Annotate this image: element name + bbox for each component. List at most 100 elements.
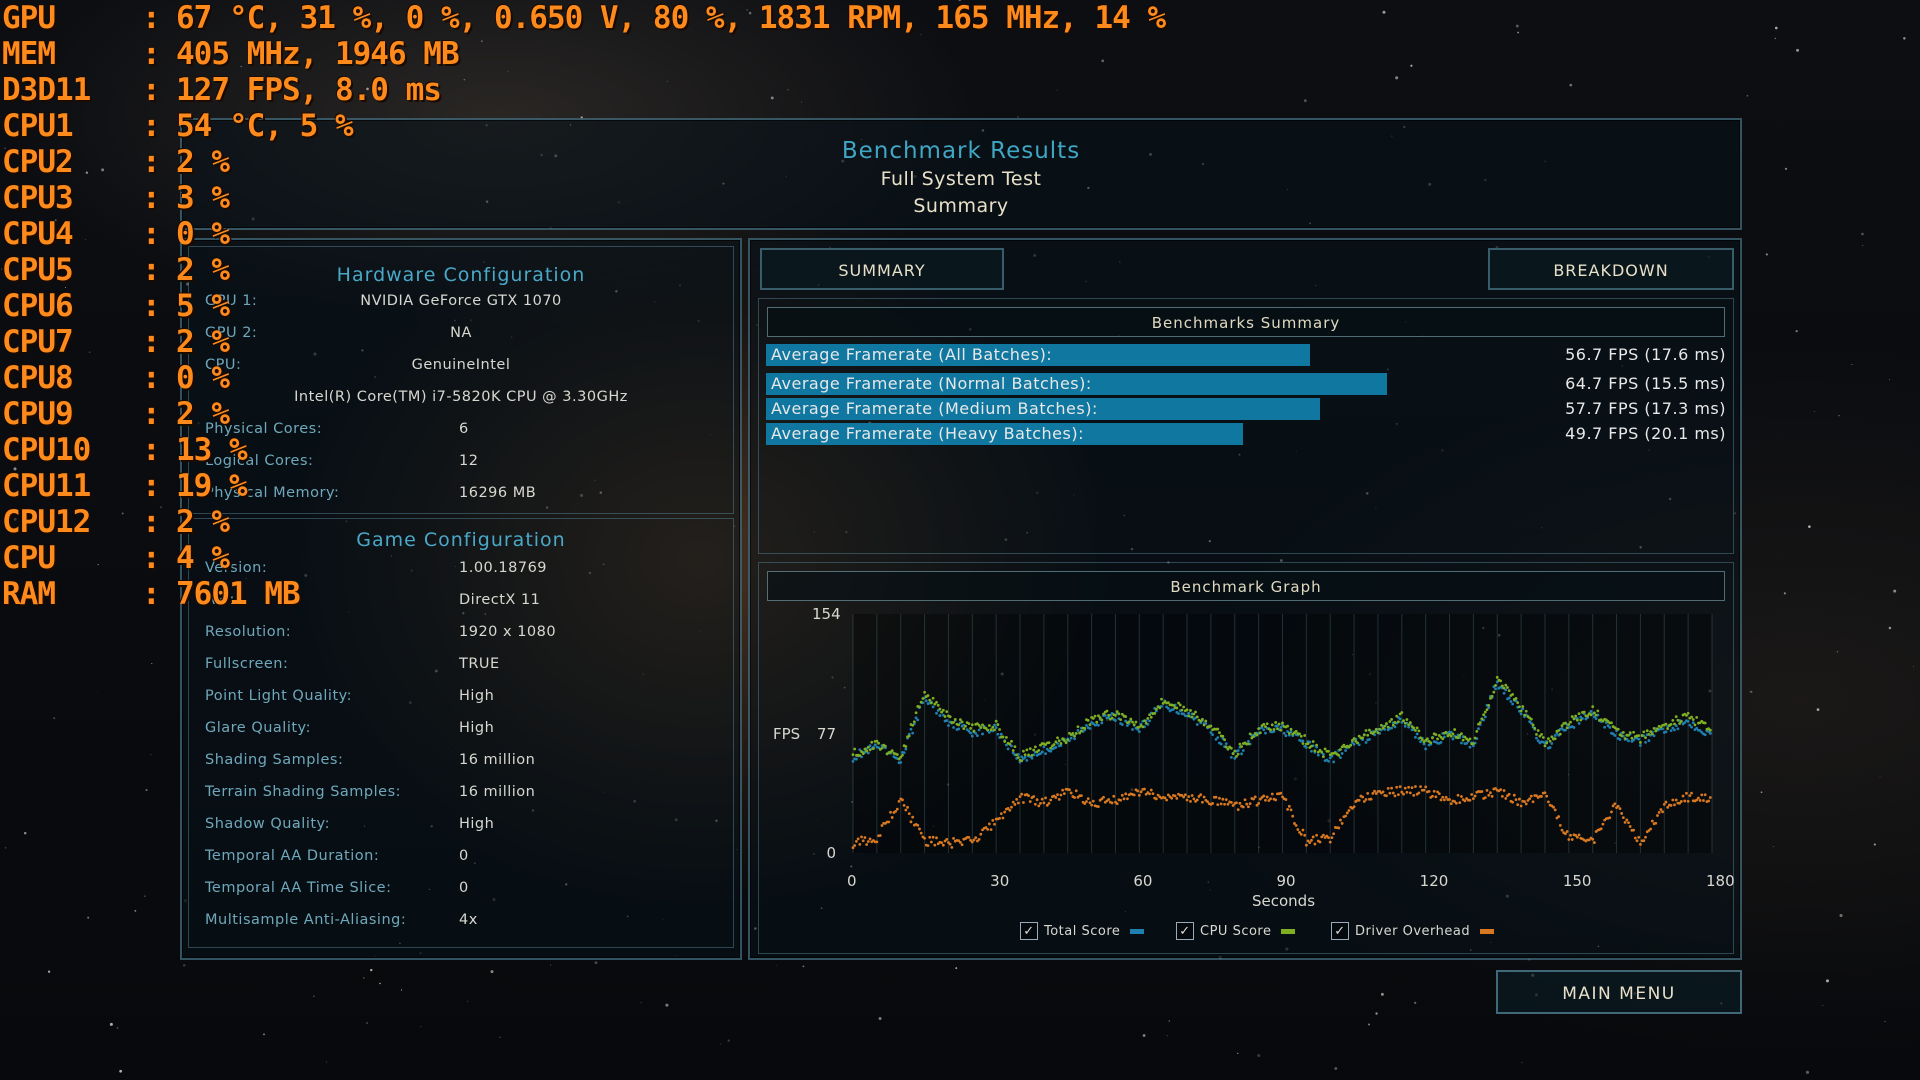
- graph-point: [1676, 718, 1680, 722]
- graph-point: [1630, 736, 1634, 740]
- graph-point: [1650, 732, 1654, 736]
- graph-point: [860, 835, 863, 839]
- graph-point: [1386, 725, 1390, 729]
- graph-point: [994, 726, 998, 730]
- graph-point: [1591, 705, 1595, 709]
- main-menu-button[interactable]: MAIN MENU: [1496, 970, 1742, 1014]
- graph-point: [1703, 721, 1707, 725]
- graph-point: [996, 732, 1000, 736]
- graph-point: [1589, 713, 1593, 717]
- graph-point: [969, 731, 973, 735]
- osd-label: CPU9: [2, 396, 74, 432]
- graph-point: [1405, 790, 1409, 794]
- graph-point: [1083, 726, 1087, 730]
- graph-point: [1690, 715, 1693, 719]
- graph-point: [1511, 693, 1514, 696]
- osd-row: CPU:4 %: [2, 540, 1165, 576]
- graph-point: [1518, 797, 1521, 801]
- graph-point: [1327, 836, 1330, 840]
- graph-point: [1444, 795, 1448, 799]
- osd-overlay: GPU:67 °C, 31 %, 0 %, 0.650 V, 80 %, 183…: [2, 0, 1166, 612]
- graph-point: [1120, 793, 1124, 797]
- graph-point: [986, 828, 990, 831]
- graph-point: [1572, 726, 1576, 729]
- graph-point: [1487, 703, 1491, 707]
- graph-point: [1577, 722, 1581, 725]
- graph-point: [1507, 689, 1511, 693]
- graph-point: [1301, 742, 1305, 745]
- graph-point: [1558, 824, 1562, 827]
- osd-value: 2 %: [176, 252, 230, 288]
- graph-point: [1707, 799, 1710, 803]
- graph-point: [1540, 795, 1543, 798]
- graph-point: [1047, 741, 1051, 745]
- legend-item[interactable]: ✓ CPU Score: [1176, 922, 1296, 940]
- graph-point: [1541, 736, 1545, 739]
- osd-separator: :: [142, 180, 161, 216]
- graph-point: [1460, 795, 1463, 798]
- graph-point: [887, 820, 891, 824]
- graph-point: [855, 839, 858, 843]
- legend-checkbox[interactable]: ✓: [1176, 922, 1194, 940]
- osd-separator: :: [142, 432, 161, 468]
- graph-point: [1185, 798, 1189, 802]
- graph-point: [1310, 838, 1313, 842]
- graph-point: [1535, 732, 1538, 736]
- graph-point: [1657, 811, 1661, 814]
- graph-point: [1187, 711, 1191, 715]
- graph-point: [1635, 839, 1639, 843]
- graph-point: [1582, 710, 1586, 714]
- graph-point: [1644, 736, 1647, 740]
- legend-item[interactable]: ✓ Total Score: [1020, 922, 1145, 940]
- osd-value: 0 %: [176, 360, 230, 396]
- legend-checkbox[interactable]: ✓: [1331, 922, 1349, 940]
- graph-point: [1265, 722, 1269, 726]
- graph-point: [1310, 749, 1313, 753]
- graph-point: [1451, 732, 1455, 736]
- graph-point: [999, 732, 1003, 736]
- osd-separator: :: [142, 324, 161, 360]
- graph-point: [1330, 836, 1334, 840]
- graph-point: [999, 812, 1003, 816]
- graph-point: [935, 700, 938, 704]
- graph-point: [1301, 739, 1305, 743]
- graph-xtick: 30: [990, 872, 1010, 890]
- graph-point: [1183, 793, 1187, 797]
- osd-separator: :: [142, 288, 161, 324]
- graph-point: [1299, 832, 1303, 836]
- graph-point: [1257, 801, 1261, 805]
- legend-checkbox[interactable]: ✓: [1020, 922, 1038, 940]
- graph-point: [1011, 749, 1015, 752]
- graph-point: [1047, 801, 1051, 805]
- graph-point: [1495, 675, 1499, 679]
- graph-point: [911, 815, 915, 819]
- graph-point: [1214, 795, 1218, 799]
- graph-point: [916, 718, 920, 722]
- graph-point: [1460, 732, 1463, 736]
- graph-point: [1594, 717, 1598, 721]
- graph-point: [1485, 788, 1489, 792]
- osd-label: D3D11: [2, 72, 91, 108]
- graph-point: [928, 698, 932, 702]
- graph-point: [1473, 736, 1477, 740]
- graph-point: [1529, 794, 1533, 798]
- graph-point: [1669, 729, 1673, 733]
- graph-point: [1402, 719, 1405, 723]
- graph-point: [1344, 814, 1347, 818]
- graph-point: [941, 708, 945, 712]
- graph-point: [1086, 797, 1090, 800]
- graph-point: [1502, 691, 1506, 695]
- graph-point: [1059, 742, 1063, 745]
- graph-point: [1287, 804, 1291, 808]
- graph-point: [1531, 800, 1535, 804]
- graph-xtick: 120: [1419, 872, 1449, 890]
- legend-item[interactable]: ✓ Driver Overhead: [1331, 922, 1495, 940]
- graph-xtick: 150: [1562, 872, 1592, 890]
- graph-point: [1627, 739, 1630, 743]
- graph-point: [1506, 686, 1509, 689]
- graph-point: [1262, 722, 1266, 726]
- graph-point: [1311, 835, 1315, 839]
- graph-point: [1044, 752, 1047, 756]
- graph-point: [1545, 794, 1549, 798]
- graph-point: [1703, 733, 1707, 737]
